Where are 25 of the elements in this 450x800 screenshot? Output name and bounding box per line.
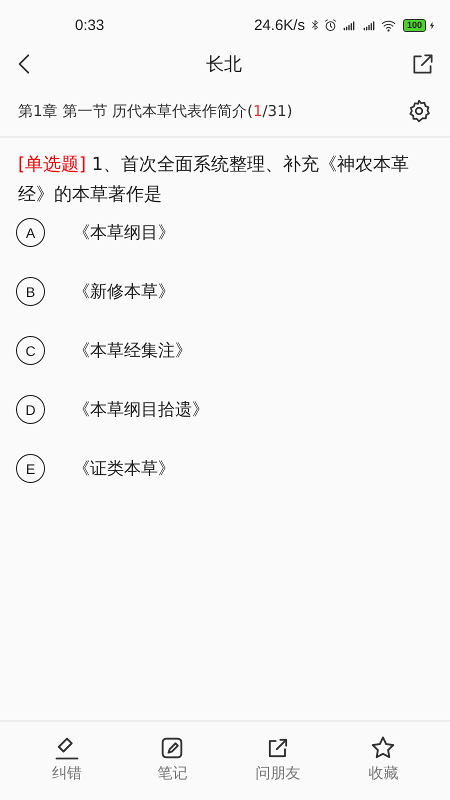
- option-letter: C: [16, 336, 45, 365]
- answer-option[interactable]: A 《本草纲目》: [16, 218, 434, 247]
- option-text: 《本草经集注》: [73, 340, 192, 362]
- question-text: [单选题] 1、首次全面系统整理、补充《神农本革经》的本草著作是: [17, 153, 410, 207]
- page-title: 长北: [206, 53, 242, 76]
- option-text: 《证类本草》: [73, 458, 175, 480]
- answer-option[interactable]: D 《本草纲目拾遗》: [16, 395, 434, 424]
- option-letter: D: [16, 395, 45, 424]
- battery-indicator: 100: [402, 18, 426, 32]
- toolbar-button[interactable]: 问朋友: [238, 734, 318, 782]
- toolbar-button[interactable]: 纠错: [26, 734, 107, 782]
- toolbar-button[interactable]: 笔记: [132, 734, 212, 782]
- network-speed: 24.6K/s: [254, 16, 305, 34]
- answer-option[interactable]: B 《新修本草》: [16, 277, 434, 306]
- option-letter: E: [16, 454, 45, 483]
- option-letter: A: [16, 218, 45, 247]
- option-text: 《本草纲目拾遗》: [73, 399, 209, 421]
- option-text: 《本草纲目》: [73, 222, 175, 244]
- toolbar-button[interactable]: 收藏: [343, 734, 424, 782]
- alarm-icon: [322, 18, 338, 32]
- option-letter: B: [16, 277, 45, 306]
- status-time: 0:33: [75, 16, 104, 34]
- option-text: 《新修本草》: [73, 281, 175, 303]
- answer-option[interactable]: C 《本草经集注》: [16, 336, 434, 365]
- answer-option[interactable]: E 《证类本草》: [16, 454, 434, 483]
